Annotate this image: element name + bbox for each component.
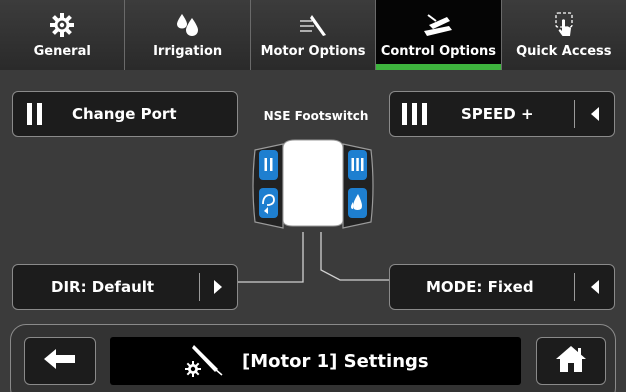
back-button[interactable] [24,337,96,385]
speed-plus-label: SPEED + [461,105,534,123]
chevron-left-icon [588,105,602,127]
mode-fixed-label: MODE: Fixed [426,278,534,296]
screen: General Irrigation Motor Options Control… [0,0,626,392]
key-direction [259,188,278,218]
separator [199,273,200,301]
change-port-button[interactable]: Change Port [12,91,238,137]
dir-default-button[interactable]: DIR: Default [12,264,238,310]
settings-title: [Motor 1] Settings [242,350,429,372]
motor-settings-icon [182,341,226,385]
home-icon [554,344,588,378]
footswitch-title: NSE Footswitch [263,109,369,123]
chevron-right-icon [211,278,225,300]
mode-fixed-button[interactable]: MODE: Fixed [389,264,615,310]
footswitch-diagram [249,138,377,234]
change-port-label: Change Port [72,105,177,123]
dir-default-label: DIR: Default [51,278,155,296]
home-button[interactable] [536,337,606,385]
speed-plus-button[interactable]: SPEED + [389,91,615,137]
settings-title-bar: [Motor 1] Settings [110,337,521,385]
three-bars-icon [402,103,427,125]
separator [574,100,575,128]
separator [574,273,575,301]
arrow-left-icon [42,347,78,375]
chevron-left-icon [588,278,602,300]
two-bars-icon [27,103,42,125]
key-ii [259,150,278,180]
